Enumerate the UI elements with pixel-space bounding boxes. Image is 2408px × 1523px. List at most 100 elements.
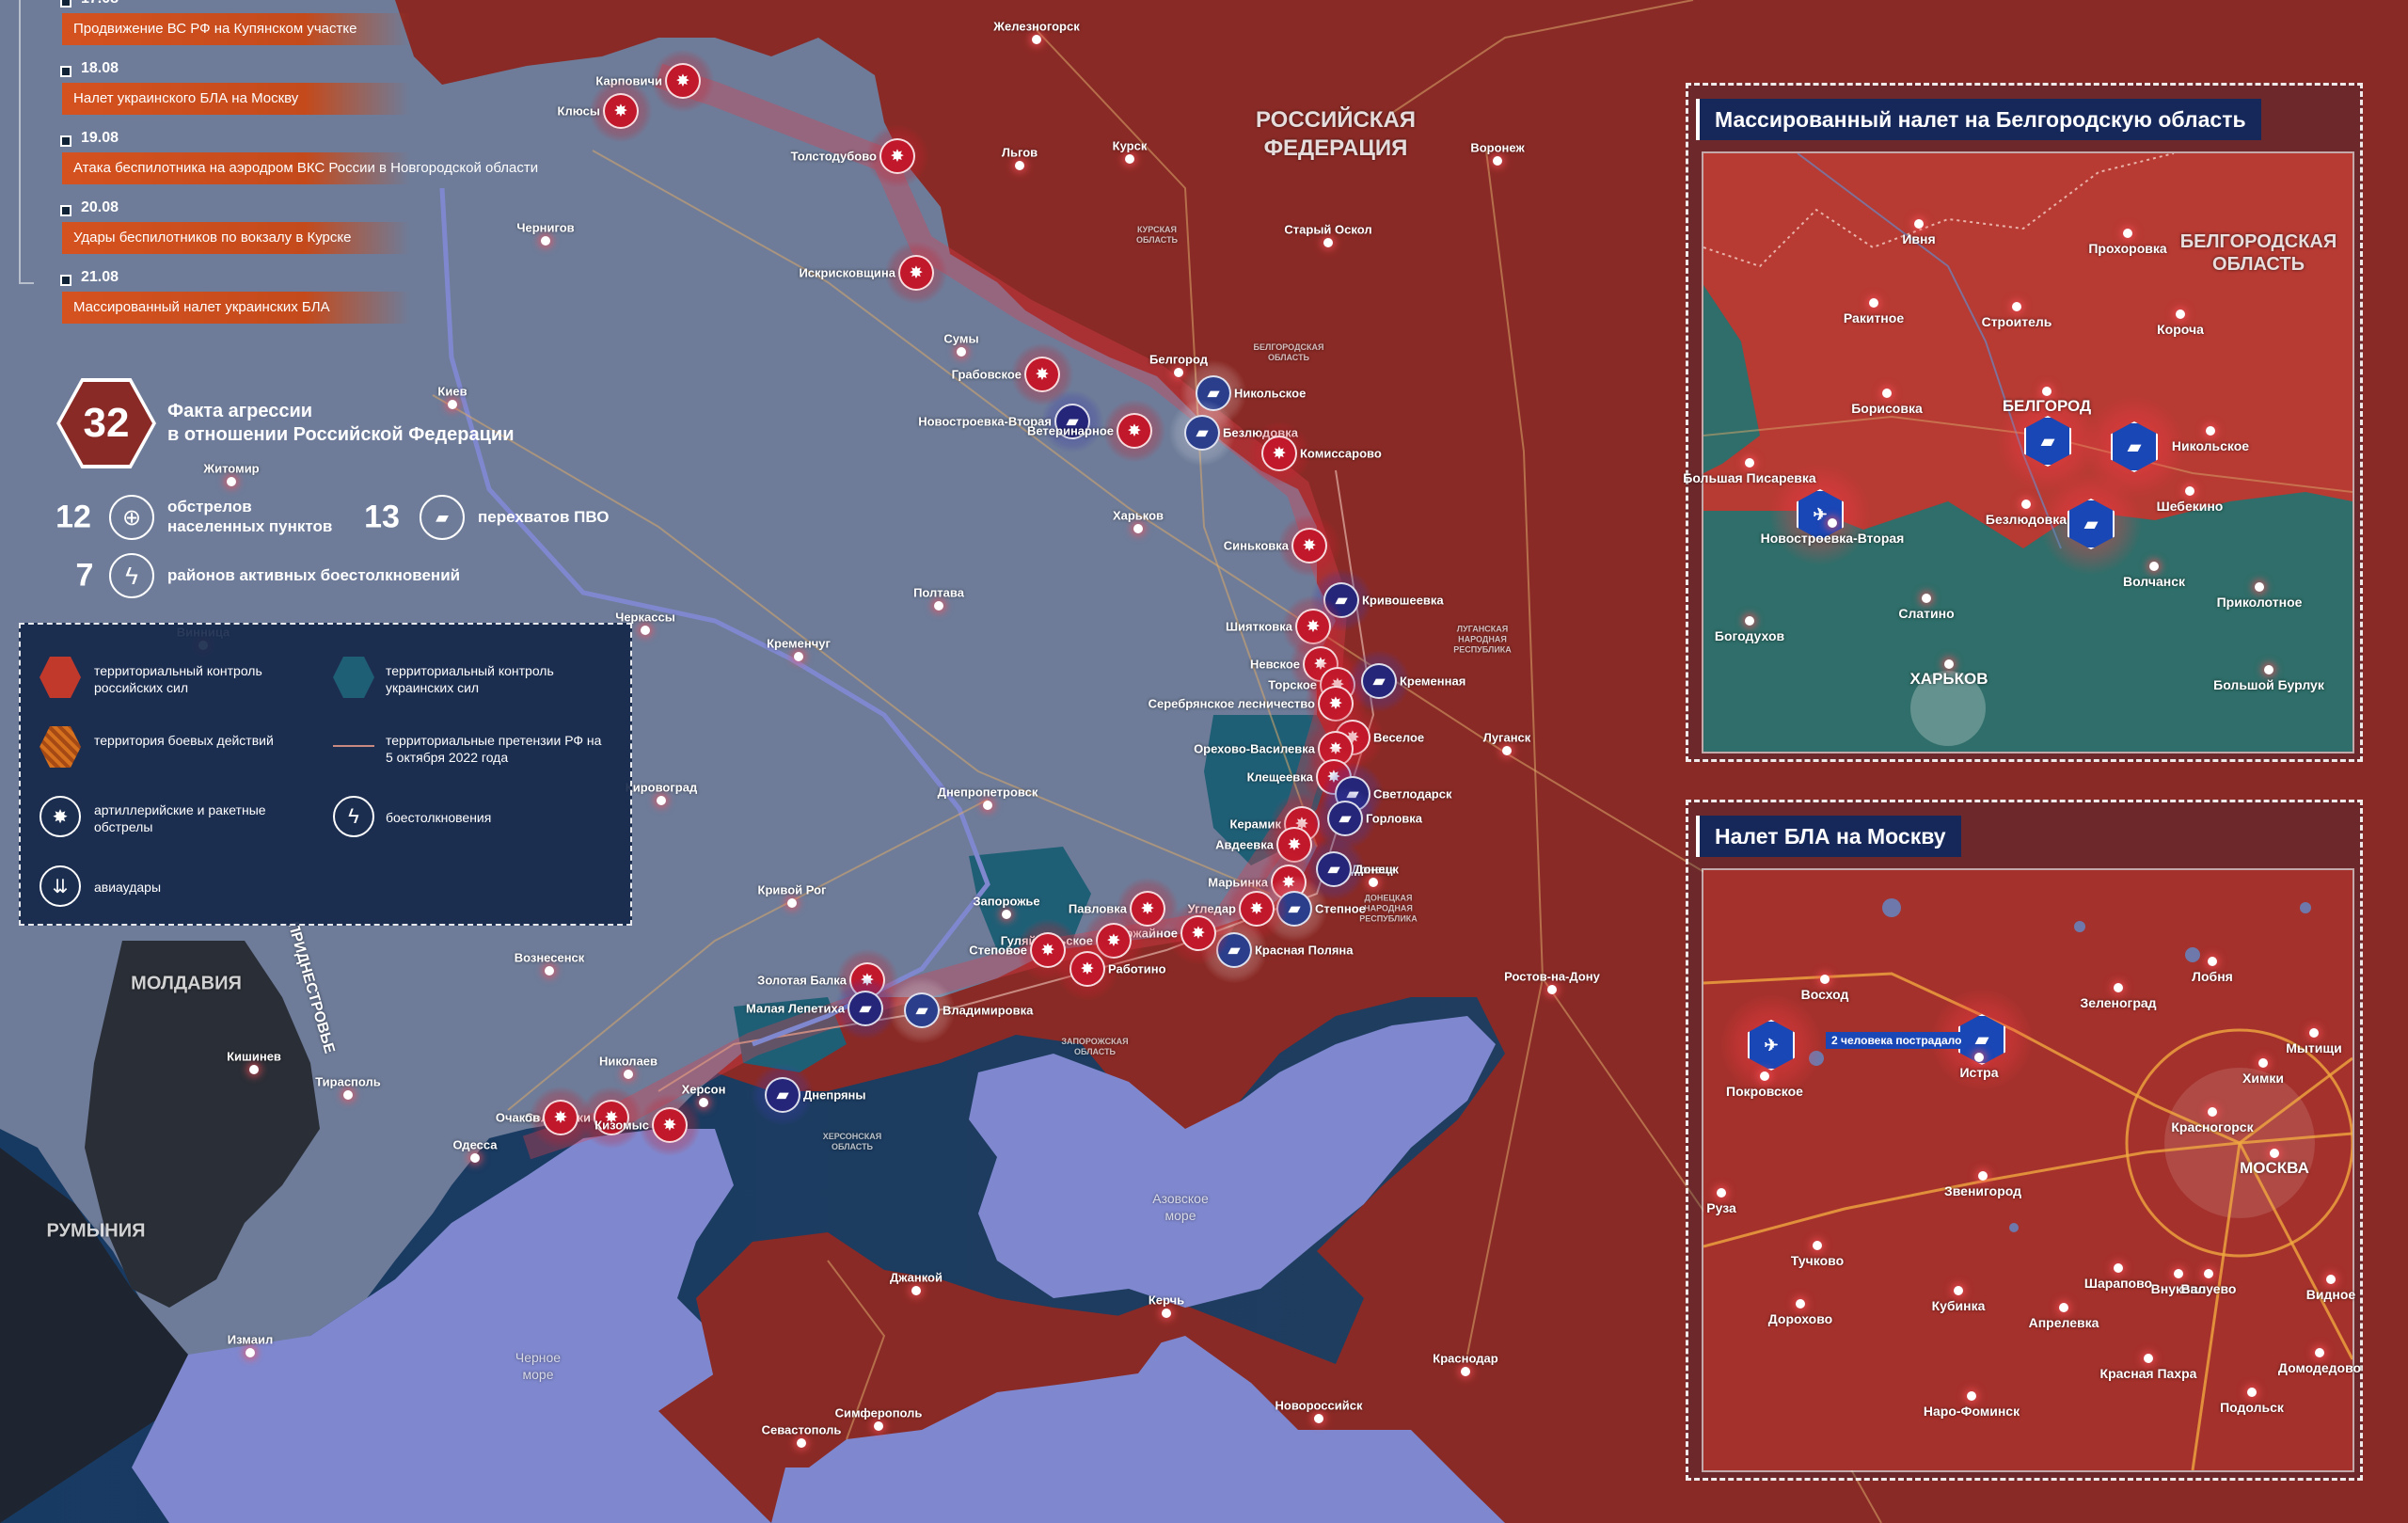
city-dot	[1002, 910, 1011, 919]
city-izmail: Измаил	[227, 1332, 274, 1347]
timeline-event: Удары беспилотников по вокзалу в Курске	[62, 222, 410, 254]
label-moldova: МОЛДАВИЯ	[131, 973, 242, 994]
city-dot	[1032, 35, 1041, 44]
intercepts-label: перехватов ПВО	[478, 508, 610, 526]
city-dot	[249, 1065, 259, 1074]
event-marker-icon: ✸	[1261, 436, 1297, 471]
event-marker-icon: ▰	[765, 1077, 800, 1113]
clashes-label: районов активных боестолкновений	[167, 566, 461, 584]
inset-city-dot	[1820, 975, 1830, 984]
city-dot	[1314, 1414, 1323, 1423]
inset-city-b_burluk: Большой Бурлук	[2213, 677, 2324, 692]
inset-city-kubinka: Кубинка	[1931, 1298, 1986, 1313]
target-icon: ⊕	[109, 495, 154, 540]
timeline-event: Налет украинского БЛА на Москву	[62, 83, 410, 115]
inset-city-istra: Истра	[1959, 1065, 1999, 1080]
inset-city-dot	[2208, 957, 2217, 966]
city-zaporozhye: Запорожье	[973, 894, 1040, 909]
inset-city-dot	[2255, 582, 2264, 592]
inset-city-dot	[1967, 1391, 1976, 1401]
event-marker-label: Кременная	[1400, 674, 1466, 689]
city-sumy: Сумы	[943, 331, 979, 346]
label-kherson-region: ХЕРСОНСКАЯ ОБЛАСТЬ	[822, 1132, 882, 1151]
label-kursk-region: КУРСКАЯ ОБЛАСТЬ	[1135, 225, 1179, 245]
event-marker-label: Комиссарово	[1300, 446, 1382, 461]
events-timeline: 17.08 Продвижение ВС РФ на Купянском учас…	[0, 0, 538, 348]
city-novorossiysk: Новороссийск	[1275, 1398, 1363, 1413]
city-kerch: Керчь	[1148, 1293, 1185, 1308]
inset-city-volchansk: Волчанск	[2122, 574, 2186, 589]
city-chernigov: Чернигов	[516, 220, 575, 235]
event-marker-label: Очаков	[495, 1110, 540, 1125]
city-dot	[1015, 161, 1024, 170]
city-kherson: Херсон	[681, 1082, 726, 1097]
city-dot	[1162, 1309, 1171, 1318]
city-tiraspol: Тирасполь	[315, 1074, 381, 1089]
inset-city-dot	[2114, 983, 2123, 992]
inset-city-dot	[1869, 298, 1878, 308]
city-krivoy_rog: Кривой Рог	[757, 882, 827, 897]
city-rostov: Ростов-на-Дону	[1504, 969, 1600, 984]
city-dot	[657, 796, 666, 805]
city-kiev: Киев	[437, 384, 467, 399]
inset-city-dot	[2176, 309, 2185, 319]
inset-city-mytishchi: Мытищи	[2286, 1040, 2342, 1055]
inset-city-belgorod: БЕЛГОРОД	[2002, 397, 2092, 415]
event-marker-icon: ▰	[1361, 663, 1397, 699]
city-kremenchug: Кременчуг	[767, 636, 831, 651]
inset-city-shebekino: Шебекино	[2156, 499, 2224, 514]
event-marker-label: Шиятковка	[1225, 619, 1292, 634]
clash-icon: ϟ	[109, 553, 154, 598]
inset-city-dot	[2206, 426, 2215, 436]
inset-city-dot	[2326, 1275, 2336, 1284]
inset-city-khimki: Химки	[2242, 1071, 2284, 1086]
city-dot	[794, 652, 803, 661]
inset-city-slatino: Слатино	[1898, 606, 1955, 621]
city-dot	[470, 1153, 480, 1163]
shelling-label: обстрелов населенных пунктов	[167, 497, 332, 536]
event-marker-icon: ▰	[848, 991, 883, 1026]
inset-city-dot	[1978, 1171, 1988, 1181]
inset-city-dot	[2021, 500, 2031, 509]
city-dot	[246, 1348, 255, 1357]
marker-pokrovskoe-inset: ✈	[1719, 993, 1823, 1097]
inset-city-dot	[2315, 1348, 2324, 1357]
city-kharkov: Харьков	[1112, 508, 1164, 523]
event-marker-label: Никольское	[1234, 386, 1307, 401]
event-marker-label: Золотая Балка	[757, 973, 847, 988]
inset-city-novostroevka: Новостроевка-Вторая	[1760, 531, 1905, 546]
event-marker-label: Серебрянское лесничество	[1148, 696, 1315, 711]
event-marker-icon: ✸	[652, 1107, 688, 1143]
inset-city-dot	[2264, 665, 2273, 674]
timeline-dot	[60, 0, 71, 8]
city-voznesensk: Вознесенск	[514, 950, 585, 965]
city-dot	[624, 1070, 633, 1079]
city-dot	[787, 898, 797, 908]
event-marker-icon: ▰	[1184, 415, 1220, 451]
city-lgov: Льгов	[1001, 145, 1038, 160]
legend-claims: территориальные претензии РФ на 5 октябр…	[386, 733, 602, 765]
inset-city-sharapovo: Шарапово	[2083, 1276, 2153, 1291]
inset-city-zelenograd: Зеленоград	[2080, 995, 2157, 1010]
city-dot	[1461, 1367, 1470, 1376]
inset-city-dot	[2042, 387, 2052, 396]
event-marker-label: Горловка	[1366, 811, 1423, 826]
label-russia: РОССИЙСКАЯ ФЕДЕРАЦИЯ	[1255, 107, 1417, 161]
clash-legend-icon: ϟ	[333, 796, 374, 837]
event-marker-label: Ветеринарное	[1026, 423, 1114, 438]
inset-city-krasnaya_pakhra: Красная Пахра	[2099, 1366, 2197, 1381]
label-black-sea: Черное море	[515, 1350, 562, 1382]
inset-city-dot	[2258, 1058, 2268, 1068]
inset-city-dot	[1882, 389, 1892, 398]
city-dnepropetrovsk: Днепропетровск	[937, 785, 1038, 800]
event-marker-icon: ▰	[1316, 851, 1352, 887]
event-marker-label: Клещеевка	[1246, 769, 1313, 785]
inset-city-rakitnoe: Ракитное	[1843, 310, 1905, 325]
timeline-date: 19.08	[81, 130, 119, 146]
claims-line-swatch	[333, 745, 374, 747]
city-dot	[545, 966, 554, 976]
city-dot	[797, 1438, 806, 1448]
event-marker-label: Кривошеевка	[1362, 593, 1444, 608]
combat-zone-swatch	[40, 726, 81, 768]
event-marker-label: Светлодарск	[1373, 786, 1452, 801]
